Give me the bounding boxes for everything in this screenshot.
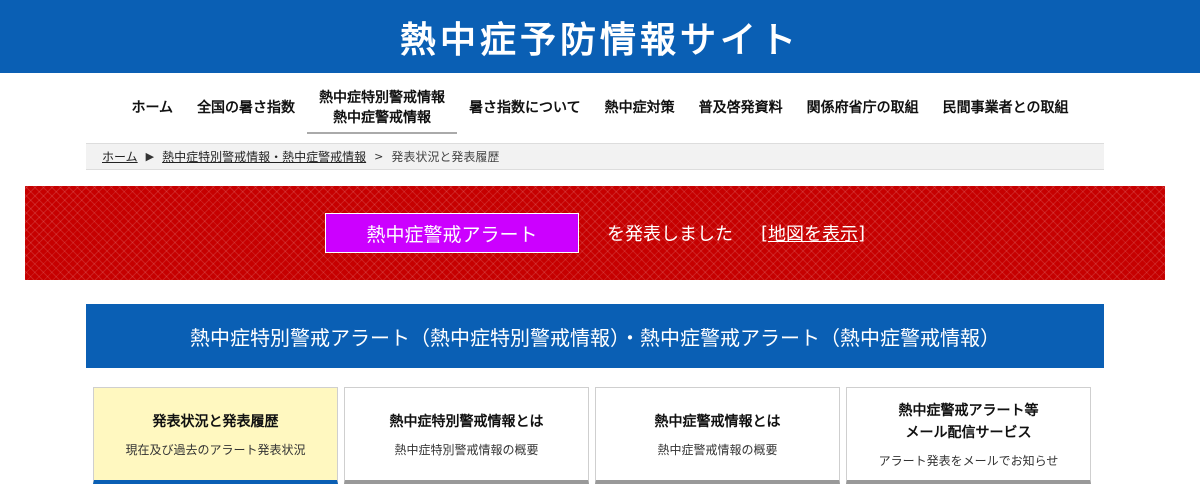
alert-banner: 熱中症警戒アラート を発表しました [ 地図を表示 ]: [25, 186, 1165, 280]
breadcrumb: ホーム ▶ 熱中症特別警戒情報・熱中症警戒情報 > 発表状況と発表履歴: [86, 143, 1104, 170]
card-alert-about[interactable]: 熱中症警戒情報とは 熱中症警戒情報の概要: [595, 387, 840, 484]
breadcrumb-heat-alert-info[interactable]: 熱中症特別警戒情報・熱中症警戒情報: [162, 148, 366, 165]
site-title[interactable]: 熱中症予防情報サイト: [400, 11, 800, 63]
nav-heat-alert-info-line1: 熱中症特別警戒情報: [319, 90, 446, 106]
nav-ministries[interactable]: 関係府省庁の取組: [795, 98, 931, 118]
nav-awareness-materials[interactable]: 普及啓発資料: [687, 98, 795, 118]
nav-national-wbgt[interactable]: 全国の暑さ指数: [185, 98, 307, 118]
nav-heat-alert-info[interactable]: 熱中症特別警戒情報 熱中症警戒情報: [307, 88, 458, 134]
card-status-history[interactable]: 発表状況と発表履歴 現在及び過去のアラート発表状況: [93, 387, 338, 484]
card-title: 熱中症特別警戒情報とは: [389, 413, 544, 430]
alert-bracket-open: [: [760, 222, 768, 244]
alert-badge: 熱中症警戒アラート: [324, 213, 579, 253]
card-special-alert-about[interactable]: 熱中症特別警戒情報とは 熱中症特別警戒情報の概要: [344, 387, 589, 484]
section-title: 熱中症特別警戒アラート（熱中症特別警戒情報）・熱中症警戒アラート（熱中症警戒情報…: [86, 304, 1104, 368]
sub-nav-cards: 発表状況と発表履歴 現在及び過去のアラート発表状況 熱中症特別警戒情報とは 熱中…: [93, 387, 1091, 498]
nav-home[interactable]: ホーム: [119, 98, 185, 118]
card-subtitle: 熱中症特別警戒情報の概要: [394, 442, 539, 457]
card-title-line2: メール配信サービス: [905, 424, 1032, 441]
alert-bracket-close: ]: [858, 222, 866, 244]
card-mail-service[interactable]: 熱中症警戒アラート等 メール配信サービス アラート発表をメールでお知らせ: [846, 387, 1091, 484]
alert-text: を発表しました: [606, 224, 733, 245]
nav-heat-alert-info-line2: 熱中症警戒情報: [333, 110, 432, 126]
show-map-link[interactable]: 地図を表示: [768, 220, 858, 246]
card-subtitle: 現在及び過去のアラート発表状況: [125, 442, 306, 457]
card-subtitle: 熱中症警戒情報の概要: [657, 442, 778, 457]
card-title: 発表状況と発表履歴: [152, 413, 279, 430]
site-header: 熱中症予防情報サイト: [0, 0, 1200, 73]
card-title: 熱中症警戒情報とは: [654, 413, 781, 430]
card-subtitle: アラート発表をメールでお知らせ: [878, 453, 1059, 468]
global-nav: ホーム 全国の暑さ指数 熱中症特別警戒情報 熱中症警戒情報 暑さ指数について 熱…: [0, 73, 1200, 143]
nav-private-sector[interactable]: 民間事業者との取組: [931, 98, 1081, 118]
breadcrumb-separator: >: [374, 150, 384, 163]
card-title-line1: 熱中症警戒アラート等: [898, 402, 1039, 419]
nav-heat-measures[interactable]: 熱中症対策: [593, 98, 687, 118]
breadcrumb-home[interactable]: ホーム: [102, 148, 138, 165]
breadcrumb-arrow-icon: ▶: [145, 150, 155, 163]
breadcrumb-current: 発表状況と発表履歴: [391, 150, 500, 164]
nav-about-wbgt[interactable]: 暑さ指数について: [457, 98, 593, 118]
